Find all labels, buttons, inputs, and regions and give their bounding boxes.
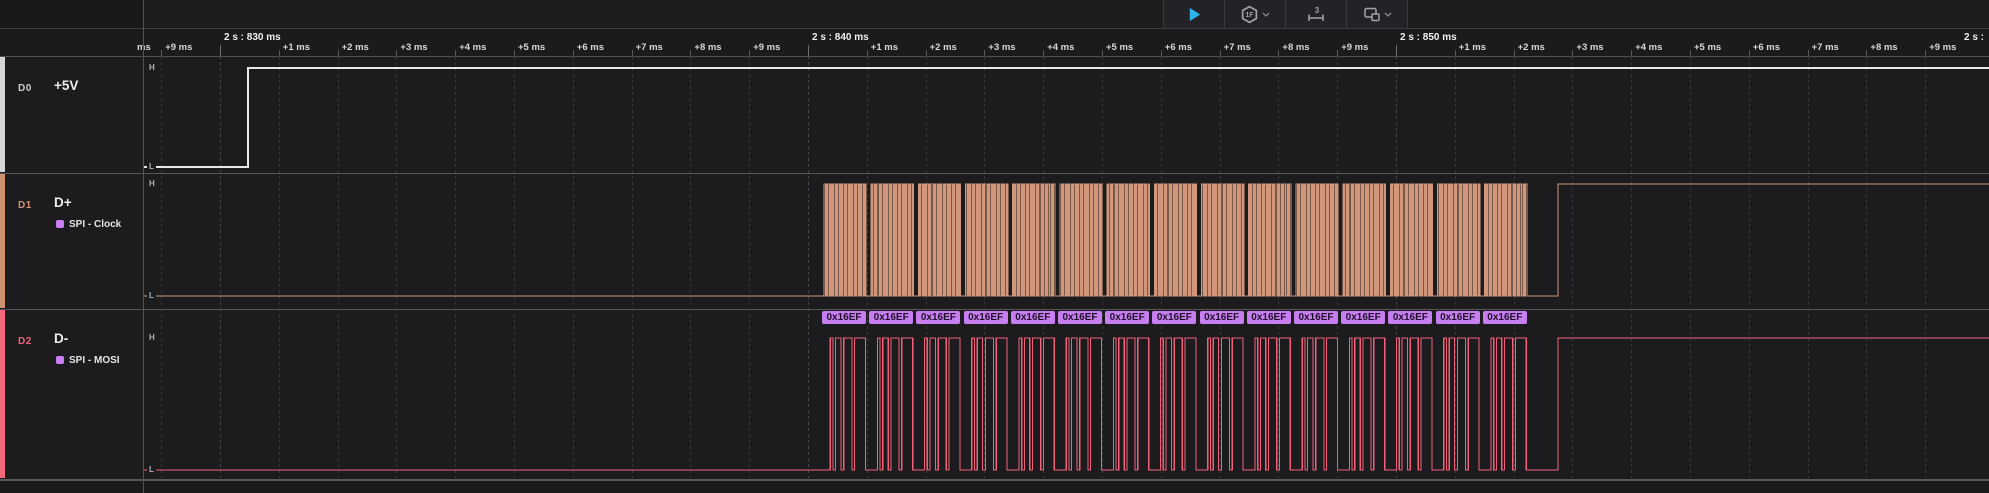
ruler-minor-label: +9 ms	[753, 42, 780, 53]
spi-decode-annotation[interactable]: 0x16EF	[1200, 311, 1244, 324]
analyzer-swatch-icon	[56, 356, 64, 364]
spi-decode-annotation[interactable]: 0x16EF	[1388, 311, 1432, 324]
channel-id-d2: D2	[18, 336, 32, 347]
low-level-marker: L	[147, 465, 156, 474]
channel-name-d0[interactable]: +5V	[54, 78, 78, 93]
spi-decode-annotation[interactable]: 0x16EF	[1247, 311, 1291, 324]
annotations-button[interactable]	[1347, 0, 1407, 28]
chevron-down-icon	[1262, 12, 1270, 17]
analyzer-swatch-icon	[56, 220, 64, 228]
spi-decode-annotation[interactable]: 0x16EF	[822, 311, 866, 324]
play-button[interactable]	[1164, 0, 1224, 28]
ruler-minor-label: +9 ms	[1341, 42, 1368, 53]
ruler-minor-label: +6 ms	[577, 42, 604, 53]
ruler-minor-label: +2 ms	[1518, 42, 1545, 53]
d1-trace	[143, 184, 1989, 296]
channel-color-strip-d1	[0, 174, 5, 308]
toolbar-divider	[1407, 0, 1408, 28]
d0-trace	[143, 68, 1989, 167]
ruler-minor-label: +1 ms	[871, 42, 898, 53]
d2-waveform[interactable]	[143, 310, 1989, 478]
ruler-minor-label: +1 ms	[283, 42, 310, 53]
high-level-marker: H	[147, 63, 157, 72]
channel-color-strip-d0	[0, 57, 5, 172]
channel-id-d1: D1	[18, 200, 32, 211]
time-ruler[interactable]: 2 s : 830 ms+1 ms+2 ms+3 ms+4 ms+5 ms+6 …	[0, 29, 1989, 57]
ruler-minor-label: +4 ms	[1635, 42, 1662, 53]
play-icon	[1186, 6, 1203, 23]
ruler-minor-label: +4 ms	[459, 42, 486, 53]
spi-decode-annotation[interactable]: 0x16EF	[1294, 311, 1338, 324]
ruler-minor-label: +5 ms	[1694, 42, 1721, 53]
channel-color-strip-d2	[0, 310, 5, 478]
top-bar-left-corner	[0, 0, 143, 28]
ruler-minor-label: +1 ms	[1459, 42, 1486, 53]
ruler-minor-label: +8 ms	[1282, 42, 1309, 53]
low-level-marker: L	[147, 162, 156, 171]
d2-trace	[143, 338, 1989, 470]
ruler-minor-label: +2 ms	[930, 42, 957, 53]
ruler-major-tick	[1396, 45, 1397, 56]
ruler-major-label: 2 s : 850 ms	[1400, 32, 1457, 43]
d0-waveform[interactable]	[143, 57, 1989, 172]
spi-decode-annotation[interactable]: 0x16EF	[1341, 311, 1385, 324]
high-level-marker: H	[147, 179, 157, 188]
ruler-right-partial-label: 2 s :	[1964, 32, 1984, 43]
analyzer-label[interactable]: SPI - MOSI	[69, 355, 120, 366]
spi-decode-annotation[interactable]: 0x16EF	[916, 311, 960, 324]
measurement-button[interactable]: 3	[1286, 0, 1346, 28]
high-level-marker: H	[147, 333, 157, 342]
capture-toolbar: 1F 3	[1163, 0, 1408, 28]
annotation-flag-icon	[1363, 6, 1381, 23]
ruler-minor-label: +5 ms	[1106, 42, 1133, 53]
ruler-major-tick	[220, 45, 221, 56]
hex-display-icon: 1F	[1240, 5, 1259, 24]
ruler-minor-label: +6 ms	[1165, 42, 1192, 53]
ruler-minor-label: +5 ms	[518, 42, 545, 53]
ruler-minor-label: +7 ms	[1224, 42, 1251, 53]
spi-decode-annotation[interactable]: 0x16EF	[1105, 311, 1149, 324]
spi-decode-annotation[interactable]: 0x16EF	[1436, 311, 1480, 324]
svg-text:3: 3	[1315, 6, 1320, 15]
spi-decode-annotation[interactable]: 0x16EF	[1058, 311, 1102, 324]
ruler-major-label: 2 s : 840 ms	[812, 32, 869, 43]
spi-decode-annotation[interactable]: 0x16EF	[1483, 311, 1527, 324]
spi-decode-annotation[interactable]: 0x16EF	[964, 311, 1008, 324]
spi-decode-annotation[interactable]: 0x16EF	[869, 311, 913, 324]
display-radix-button[interactable]: 1F	[1225, 0, 1285, 28]
next-channel-stub	[0, 481, 1989, 493]
ruler-minor-label: +9 ms	[1929, 42, 1956, 53]
spi-decode-annotation[interactable]: 0x16EF	[1152, 311, 1196, 324]
ruler-minor-label: +6 ms	[1753, 42, 1780, 53]
chevron-down-icon	[1384, 12, 1392, 17]
ruler-minor-label: +4 ms	[1047, 42, 1074, 53]
ruler-minor-label: +8 ms	[694, 42, 721, 53]
ruler-minor-label: +7 ms	[636, 42, 663, 53]
measure-icon: 3	[1306, 5, 1326, 24]
d1-waveform[interactable]	[143, 174, 1989, 308]
ruler-minor-label: +3 ms	[1576, 42, 1603, 53]
ruler-minor-label: +9 ms	[165, 42, 192, 53]
ruler-minor-label: +7 ms	[1812, 42, 1839, 53]
ruler-minor-label: +3 ms	[400, 42, 427, 53]
ruler-minor-label: +8 ms	[1870, 42, 1897, 53]
ruler-major-tick	[808, 45, 809, 56]
spi-decode-annotation[interactable]: 0x16EF	[1011, 311, 1055, 324]
ruler-minor-label: +3 ms	[988, 42, 1015, 53]
channel-name-d1[interactable]: D+	[54, 195, 72, 210]
top-bar	[0, 0, 1989, 29]
plot-left-edge	[143, 0, 144, 493]
low-level-marker: L	[147, 291, 156, 300]
svg-text:1F: 1F	[1245, 12, 1253, 19]
analyzer-label[interactable]: SPI - Clock	[69, 219, 121, 230]
ruler-minor-label: +2 ms	[342, 42, 369, 53]
channel-name-d2[interactable]: D-	[54, 331, 68, 346]
channel-id-d0: D0	[18, 83, 32, 94]
ruler-major-label: 2 s : 830 ms	[224, 32, 281, 43]
logic-analyzer-window: 1F 3 2 s : 830 ms+1 ms+2 ms+3 ms+4	[0, 0, 1989, 493]
